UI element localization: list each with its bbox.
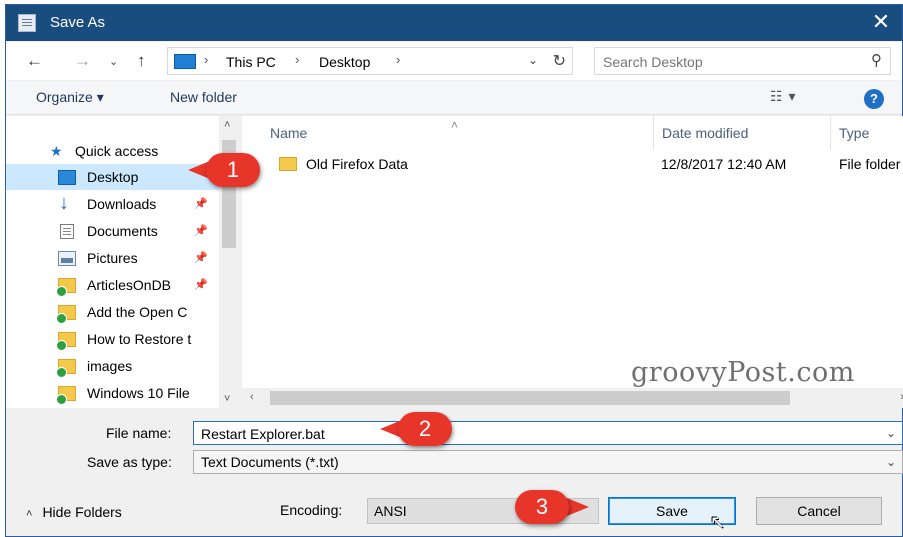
- nav-item-label: How to Restore t: [87, 331, 192, 347]
- file-name-combo[interactable]: ⌄: [193, 421, 903, 445]
- callout-number: 1: [206, 153, 260, 187]
- nav-item-label: Pictures: [87, 250, 138, 266]
- file-name-input[interactable]: [201, 425, 861, 442]
- sidebar-item-documents[interactable]: Documents 📌: [6, 218, 219, 244]
- nav-item-label: Documents: [87, 223, 158, 239]
- callout-pointer: [567, 498, 589, 516]
- address-bar-row: ← → ⌄ ↑ › This PC › Desktop › ⌄ ↻ ⚲: [6, 42, 902, 80]
- chevron-down-icon[interactable]: ⌄: [886, 426, 896, 440]
- notepad-icon: [18, 14, 36, 32]
- folder-icon: [56, 359, 76, 378]
- organize-button[interactable]: Organize ▾: [36, 89, 104, 106]
- cancel-button[interactable]: Cancel: [756, 497, 882, 525]
- command-bar: Organize ▾ New folder ☷ ▾ ?: [6, 81, 902, 115]
- table-row[interactable]: Old Firefox Data 12/8/2017 12:40 AM File…: [242, 152, 903, 176]
- file-name-cell: Old Firefox Data: [306, 156, 408, 172]
- pin-icon: 📌: [194, 225, 208, 237]
- sidebar-item-how-to-restore[interactable]: How to Restore t: [6, 326, 219, 352]
- folder-icon: [56, 386, 76, 405]
- watermark: groovyPost.com: [631, 357, 855, 388]
- encoding-value: ANSI: [374, 503, 407, 519]
- file-date-cell: 12/8/2017 12:40 AM: [661, 156, 787, 172]
- breadcrumb-this-pc[interactable]: This PC: [226, 54, 276, 70]
- horizontal-scrollbar[interactable]: ‹ ›: [242, 388, 903, 408]
- folder-icon: [279, 157, 297, 171]
- hide-folders-button[interactable]: ˄ Hide Folders: [26, 504, 122, 520]
- callout-number: 2: [398, 412, 452, 446]
- search-input[interactable]: [603, 52, 853, 71]
- scroll-down-icon[interactable]: ˅: [224, 393, 230, 405]
- pin-icon: 📌: [194, 252, 208, 264]
- address-dropdown-icon[interactable]: ⌄: [528, 53, 538, 67]
- documents-icon: [60, 224, 74, 239]
- encoding-label: Encoding:: [280, 502, 343, 518]
- callout-number: 3: [515, 490, 569, 524]
- back-button[interactable]: ←: [26, 51, 43, 71]
- nav-item-label: Quick access: [75, 143, 159, 159]
- file-list: ˄ Name Date modified Type Old Firefox Da…: [242, 116, 903, 408]
- up-button[interactable]: ↑: [137, 51, 146, 71]
- chevron-up-icon: ˄: [26, 508, 33, 520]
- pin-icon: 📌: [194, 198, 208, 210]
- mouse-pointer-icon: ↖: [710, 512, 726, 532]
- search-icon[interactable]: ⚲: [871, 51, 882, 69]
- nav-item-label: Desktop: [87, 169, 139, 185]
- folder-icon: [56, 278, 76, 297]
- sort-ascending-icon: ˄: [451, 118, 459, 132]
- sidebar-item-pictures[interactable]: Pictures 📌: [6, 245, 219, 271]
- scroll-thumb[interactable]: [270, 391, 790, 405]
- pictures-icon: [58, 251, 76, 266]
- forward-button[interactable]: →: [74, 51, 91, 71]
- title-bar: Save As ✕: [6, 5, 902, 41]
- folder-icon: [56, 305, 76, 324]
- scroll-left-icon[interactable]: ‹: [250, 391, 254, 403]
- sidebar-item-add-the-open[interactable]: Add the Open C: [6, 299, 219, 325]
- search-box[interactable]: ⚲: [594, 47, 891, 75]
- save-as-type-label: Save as type:: [87, 454, 172, 470]
- recent-locations-button[interactable]: ⌄: [109, 55, 118, 68]
- breadcrumb-separator[interactable]: ›: [204, 52, 208, 67]
- breadcrumb-separator[interactable]: ›: [295, 52, 299, 67]
- this-pc-icon: [174, 54, 196, 69]
- pin-icon: 📌: [194, 279, 208, 291]
- help-icon[interactable]: ?: [864, 89, 884, 109]
- close-button[interactable]: ✕: [866, 9, 896, 35]
- breadcrumb-desktop[interactable]: Desktop: [319, 54, 370, 70]
- nav-item-label: Windows 10 File: [87, 385, 190, 401]
- sidebar-item-downloads[interactable]: Downloads 📌: [6, 191, 219, 217]
- column-header-name[interactable]: ˄ Name: [242, 116, 654, 150]
- nav-item-label: Add the Open C: [87, 304, 188, 320]
- desktop-icon: [58, 170, 76, 185]
- folder-icon: [56, 332, 76, 351]
- navigation-pane: ★ Quick access Desktop Downloads 📌 Docum…: [6, 116, 239, 408]
- file-type-cell: File folder: [839, 156, 901, 172]
- sidebar-item-windows-10-file[interactable]: Windows 10 File: [6, 380, 219, 406]
- file-name-label: File name:: [106, 425, 172, 441]
- scroll-up-icon[interactable]: ˄: [224, 119, 230, 131]
- new-folder-button[interactable]: New folder: [170, 89, 237, 105]
- hide-folders-label: Hide Folders: [42, 504, 122, 520]
- downloads-icon: [58, 191, 76, 216]
- nav-item-label: ArticlesOnDB: [87, 277, 172, 293]
- window-title: Save As: [50, 14, 106, 31]
- save-as-dialog: Save As ✕ ← → ⌄ ↑ › This PC › Desktop › …: [5, 4, 903, 537]
- nav-item-label: images: [87, 358, 133, 374]
- save-as-type-select[interactable]: Text Documents (*.txt) ⌄: [193, 450, 903, 474]
- chevron-down-icon[interactable]: ⌄: [886, 455, 896, 469]
- address-bar[interactable]: › This PC › Desktop › ⌄ ↻: [167, 47, 573, 75]
- sidebar-item-images[interactable]: images: [6, 353, 219, 379]
- star-icon: ★: [50, 143, 63, 159]
- refresh-icon[interactable]: ↻: [553, 51, 566, 71]
- nav-item-label: Downloads: [87, 196, 157, 212]
- column-header-type[interactable]: Type: [831, 116, 903, 150]
- view-options-button[interactable]: ☷ ▾: [770, 88, 796, 105]
- save-as-type-value: Text Documents (*.txt): [201, 454, 339, 470]
- breadcrumb-separator[interactable]: ›: [396, 52, 400, 67]
- sidebar-item-articlesondb[interactable]: ArticlesOnDB 📌: [6, 272, 219, 298]
- column-header-date[interactable]: Date modified: [654, 116, 831, 150]
